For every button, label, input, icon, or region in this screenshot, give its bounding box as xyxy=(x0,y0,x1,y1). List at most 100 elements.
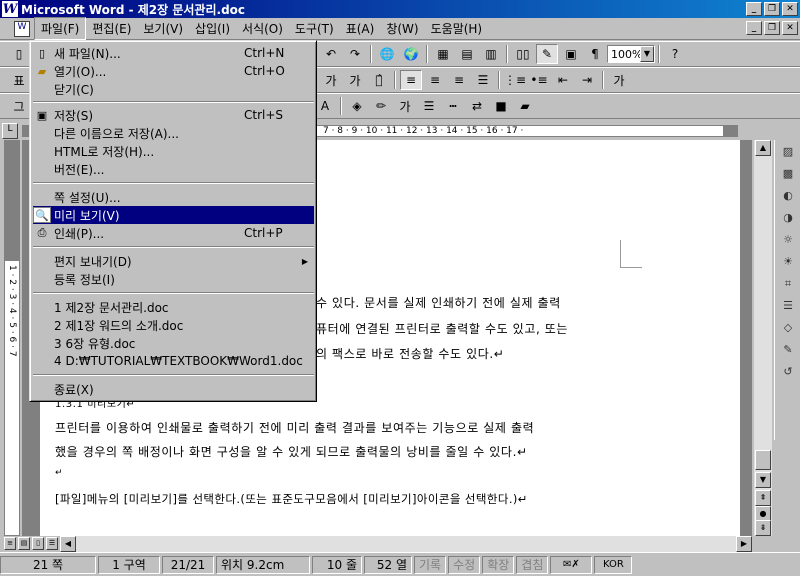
menu-item-send-to[interactable]: 편지 보내기(D) ▶ xyxy=(33,252,314,270)
status-ext[interactable]: 확장 xyxy=(482,555,515,574)
increase-indent-icon[interactable]: ⇥ xyxy=(576,70,598,90)
minimize-button[interactable]: _ xyxy=(746,2,762,16)
menu-view[interactable]: 보기(V) xyxy=(137,18,189,39)
next-page-icon[interactable]: ⇟ xyxy=(755,520,771,536)
close-button[interactable]: ✕ xyxy=(782,2,798,16)
status-ovr[interactable]: 겹침 xyxy=(516,555,549,574)
scroll-left-icon[interactable]: ◀ xyxy=(60,536,76,552)
print-layout-icon[interactable]: ▯ xyxy=(32,537,44,550)
menu-insert[interactable]: 삽입(I) xyxy=(189,18,236,39)
menu-item-new[interactable]: ▯ 새 파일(N)... Ctrl+N xyxy=(33,44,314,62)
scroll-down-icon[interactable]: ▼ xyxy=(755,472,771,488)
zoom-select[interactable]: 100% ▼ xyxy=(607,45,655,63)
menu-tools[interactable]: 도구(T) xyxy=(289,18,340,39)
outline-view-icon[interactable]: ☰ xyxy=(46,537,58,550)
chevron-down-icon[interactable]: ▼ xyxy=(640,46,654,62)
menu-item-save[interactable]: ▣ 저장(S) Ctrl+S xyxy=(33,106,314,124)
scroll-right-icon[interactable]: ▶ xyxy=(736,536,752,552)
insert-table-icon[interactable]: ▤ xyxy=(456,44,478,64)
menu-format[interactable]: 서식(O) xyxy=(236,18,289,39)
dash-style-icon[interactable]: ┅ xyxy=(442,96,464,116)
web-toolbar-icon[interactable]: 🌍 xyxy=(400,44,422,64)
menu-file[interactable]: 파일(F) xyxy=(34,17,87,40)
menu-item-print-preview[interactable]: 🔍 미리 보기(V) xyxy=(33,206,314,224)
shadow-icon[interactable]: ■ xyxy=(490,96,512,116)
web-layout-icon[interactable]: ▤ xyxy=(18,537,30,550)
menu-item-exit[interactable]: 종료(X) xyxy=(33,380,314,398)
menu-item-save-as[interactable]: 다른 이름으로 저장(A)... xyxy=(33,124,314,142)
prev-page-icon[interactable]: ⇞ xyxy=(755,490,771,506)
menu-window[interactable]: 창(W) xyxy=(380,18,424,39)
menu-item-versions[interactable]: 버전(E)... xyxy=(33,160,314,178)
scroll-up-icon[interactable]: ▲ xyxy=(755,140,771,156)
align-center-icon[interactable]: ≡ xyxy=(424,70,446,90)
line-style-icon[interactable]: ☰ xyxy=(418,96,440,116)
less-contrast-icon[interactable]: ◑ xyxy=(778,208,798,228)
fill-color-icon[interactable]: ◈ xyxy=(346,96,368,116)
more-brightness-icon[interactable]: ☼ xyxy=(778,230,798,250)
redo-icon[interactable]: ↷ xyxy=(344,44,366,64)
doc-minimize-button[interactable]: _ xyxy=(746,21,762,35)
doc-restore-button[interactable]: ❐ xyxy=(764,21,780,35)
arrow-style-icon[interactable]: ⇄ xyxy=(466,96,488,116)
image-control-icon[interactable]: ▩ xyxy=(778,164,798,184)
menu-item-close[interactable]: 닫기(C) xyxy=(33,80,314,98)
text-color-icon[interactable]: 가 xyxy=(394,96,416,116)
menu-help[interactable]: 도움말(H) xyxy=(425,18,489,39)
vertical-scrollbar[interactable]: ▲ ▼ ⇞ ● ⇟ xyxy=(754,140,772,536)
font-color-icon[interactable]: 가 xyxy=(608,70,630,90)
insert-picture-icon[interactable]: ▨ xyxy=(778,142,798,162)
numbering-icon[interactable]: ⋮≡ xyxy=(504,70,526,90)
char-shading-icon[interactable]: 가 xyxy=(344,70,366,90)
doc-close-button[interactable]: ✕ xyxy=(782,21,798,35)
horizontal-scrollbar[interactable]: ◀ ▶ xyxy=(60,536,752,552)
reset-picture-icon[interactable]: ↺ xyxy=(778,362,798,382)
wordart-icon[interactable]: A xyxy=(314,96,336,116)
menu-item-properties[interactable]: 등록 정보(I) xyxy=(33,270,314,288)
menu-item-recent-3[interactable]: 3 6장 유형.doc xyxy=(33,334,314,352)
crop-icon[interactable]: ⌗ xyxy=(778,274,798,294)
normal-view-icon[interactable]: ≡ xyxy=(4,537,16,550)
format-picture-icon[interactable]: ◇ xyxy=(778,318,798,338)
style-box[interactable]: 표 xyxy=(8,70,30,90)
status-trk[interactable]: 수정 xyxy=(448,555,481,574)
menu-item-save-html[interactable]: HTML로 저장(H)... xyxy=(33,142,314,160)
new-icon[interactable]: ▯ xyxy=(8,44,30,64)
drawing-icon[interactable]: ✎ xyxy=(536,44,558,64)
distribute-icon[interactable]: ☰ xyxy=(472,70,494,90)
help-icon[interactable]: ? xyxy=(664,44,686,64)
tab-selector-icon[interactable]: L xyxy=(2,123,18,139)
menu-item-page-setup[interactable]: 쪽 설정(U)... xyxy=(33,188,314,206)
menu-item-recent-4[interactable]: 4 D:₩TUTORIAL₩TEXTBOOK₩Word1.doc xyxy=(33,352,314,370)
menu-edit[interactable]: 편집(E) xyxy=(86,18,137,39)
restore-button[interactable]: ❐ xyxy=(764,2,780,16)
menu-item-recent-1[interactable]: 1 제2장 문서관리.doc xyxy=(33,298,314,316)
menu-table[interactable]: 표(A) xyxy=(340,18,381,39)
tables-borders-icon[interactable]: ▦ xyxy=(432,44,454,64)
char-border-icon[interactable]: 가 xyxy=(320,70,342,90)
spelling-status-icon[interactable]: ✉✗ xyxy=(550,555,593,574)
status-rec[interactable]: 기록 xyxy=(414,555,447,574)
decrease-indent-icon[interactable]: ⇤ xyxy=(552,70,574,90)
undo-icon[interactable]: ↶ xyxy=(320,44,342,64)
align-right-icon[interactable]: ≡ xyxy=(448,70,470,90)
menu-item-print[interactable]: ⎙ 인쇄(P)... Ctrl+P xyxy=(33,224,314,242)
phonetic-icon[interactable]: 가̂ xyxy=(368,70,390,90)
menu-item-open[interactable]: ▰ 열기(O)... Ctrl+O xyxy=(33,62,314,80)
document-icon[interactable]: W xyxy=(14,20,30,37)
insert-excel-icon[interactable]: ▥ xyxy=(480,44,502,64)
more-contrast-icon[interactable]: ◐ xyxy=(778,186,798,206)
draw-menu-box[interactable]: 그 xyxy=(8,96,30,116)
document-map-icon[interactable]: ▣ xyxy=(560,44,582,64)
line-color-icon[interactable]: ✏ xyxy=(370,96,392,116)
3d-icon[interactable]: ▰ xyxy=(514,96,536,116)
hyperlink-icon[interactable]: 🌐 xyxy=(376,44,398,64)
less-brightness-icon[interactable]: ☀ xyxy=(778,252,798,272)
bullets-icon[interactable]: •≡ xyxy=(528,70,550,90)
columns-icon[interactable]: ▯▯ xyxy=(512,44,534,64)
menu-item-recent-2[interactable]: 2 제1장 워드의 소개.doc xyxy=(33,316,314,334)
align-justify-icon[interactable]: ≡ xyxy=(400,70,422,90)
show-hide-icon[interactable]: ¶ xyxy=(584,44,606,64)
set-transparent-icon[interactable]: ✎ xyxy=(778,340,798,360)
scroll-thumb[interactable] xyxy=(755,450,771,470)
